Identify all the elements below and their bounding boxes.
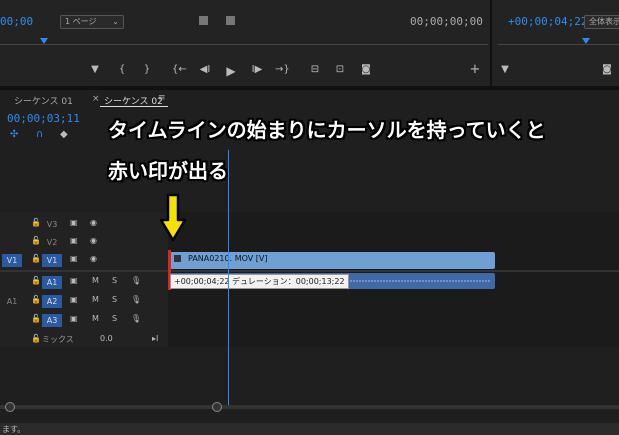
source-playhead[interactable]	[40, 38, 48, 44]
track-header-v3: 🔓 V3 ▣ ◉	[0, 215, 168, 234]
timeline-timecode[interactable]: 00;00;03;11	[7, 112, 80, 125]
eye-icon[interactable]: ◉	[90, 236, 97, 245]
program-playhead[interactable]	[582, 38, 590, 44]
source-timecode[interactable]: 00;00	[0, 15, 33, 28]
program-timecode[interactable]: +00;00;04;22	[508, 15, 587, 28]
insert-icon[interactable]	[199, 16, 208, 25]
program-marker-button[interactable]: ▼	[498, 64, 512, 75]
step-forward-button[interactable]: I▶	[250, 64, 264, 75]
go-to-end-icon[interactable]: ▸I	[152, 334, 158, 343]
track-header-a3: 🔓 A3 ▣ M S 🎙	[0, 311, 168, 330]
lock-icon[interactable]: 🔓	[31, 314, 41, 323]
add-marker-icon[interactable]: ◆	[60, 129, 68, 140]
track-header-mix: 🔓 ミックス 0.0 ▸I	[0, 331, 168, 350]
mic-icon[interactable]: 🎙	[131, 314, 141, 323]
timeline-playhead-line[interactable]	[228, 150, 229, 405]
overwrite-button[interactable]: ⊡	[333, 64, 347, 75]
chevron-down-icon: ⌄	[112, 17, 119, 26]
track-label[interactable]: V1	[42, 254, 62, 267]
yellow-arrow-icon	[159, 193, 187, 242]
sync-lock-icon[interactable]: ▣	[70, 295, 78, 304]
insert-button[interactable]: ⊟	[308, 64, 322, 75]
eye-icon[interactable]: ◉	[90, 254, 97, 263]
add-button[interactable]: +	[468, 62, 482, 77]
tooltip: +00;00;04;22 デュレーション：00;00;13;22	[170, 274, 349, 289]
mute-button[interactable]: M	[92, 295, 99, 304]
program-timeline-ruler	[498, 44, 619, 45]
mute-button[interactable]: M	[92, 314, 99, 323]
status-text: ます。	[2, 425, 26, 434]
fx-icon	[174, 255, 181, 262]
play-button[interactable]: ▶	[224, 64, 238, 78]
program-camera-icon[interactable]: ◙	[600, 64, 614, 75]
video-clip[interactable]: PANA0210. MOV [V]	[170, 252, 495, 269]
sync-lock-icon[interactable]: ▣	[70, 314, 78, 323]
lock-icon[interactable]: 🔓	[31, 276, 41, 285]
mute-button[interactable]: M	[92, 276, 99, 285]
tab-close-icon[interactable]: ×	[92, 94, 100, 104]
lock-icon[interactable]: 🔓	[31, 218, 41, 227]
horizontal-scrollbar[interactable]	[0, 405, 619, 409]
clip-icon[interactable]	[226, 16, 235, 25]
solo-button[interactable]: S	[112, 314, 117, 323]
source-monitor	[0, 0, 490, 86]
sync-lock-icon[interactable]: ▣	[70, 218, 78, 227]
go-to-in-button[interactable]: {←	[172, 64, 187, 75]
linked-selection-icon[interactable]: ∩	[36, 129, 43, 140]
source-timeline-ruler	[0, 44, 488, 45]
solo-button[interactable]: S	[112, 295, 117, 304]
av-divider	[0, 270, 619, 272]
camera-icon[interactable]: ◙	[359, 64, 373, 75]
mix-label: ミックス	[42, 335, 74, 344]
mark-in-button[interactable]: {	[115, 64, 129, 75]
track-header-a2: A1 🔓 A2 ▣ M S 🎙	[0, 292, 168, 311]
track-label[interactable]: A2	[42, 295, 62, 308]
go-to-out-button[interactable]: →}	[275, 64, 290, 75]
eye-icon[interactable]: ◉	[90, 218, 97, 227]
sync-lock-icon[interactable]: ▣	[70, 254, 78, 263]
mic-icon[interactable]: 🎙	[131, 295, 141, 304]
track-label[interactable]: V3	[42, 218, 62, 231]
scroll-handle-right[interactable]	[212, 402, 222, 412]
solo-button[interactable]: S	[112, 276, 117, 285]
active-tab-underline	[100, 106, 168, 107]
mix-value[interactable]: 0.0	[100, 334, 113, 343]
track-header-v1: V1 🔓 V1 ▣ ◉	[0, 251, 168, 270]
annotation-line-2: 赤い印が出る	[108, 159, 228, 183]
mark-out-button[interactable]: }	[140, 64, 154, 75]
lock-icon[interactable]: 🔓	[31, 236, 41, 245]
page-dropdown-value: 1 ページ	[65, 17, 97, 26]
status-bar	[0, 423, 619, 435]
fit-dropdown[interactable]: 全体表示	[584, 15, 619, 29]
marker-button[interactable]: ▼	[88, 64, 102, 75]
track-label[interactable]: A1	[42, 276, 62, 289]
lock-icon[interactable]: 🔓	[31, 254, 41, 263]
track-header-a1: 🔓 A1 ▣ M S 🎙	[0, 273, 168, 292]
page-dropdown[interactable]: 1 ページ ⌄	[60, 15, 124, 29]
track-header-v2: 🔓 V2 ▣ ◉	[0, 233, 168, 252]
tab-sequence-01[interactable]: シーケンス 01	[14, 94, 73, 107]
step-back-button[interactable]: ◀I	[198, 64, 212, 75]
lock-icon[interactable]: 🔓	[31, 295, 41, 304]
sync-lock-icon[interactable]: ▣	[70, 236, 78, 245]
track-label[interactable]: V2	[42, 236, 62, 249]
sync-lock-icon[interactable]: ▣	[70, 276, 78, 285]
source-patch-v1[interactable]: V1	[2, 254, 22, 267]
track-label[interactable]: A3	[42, 314, 62, 327]
snap-icon[interactable]: ✣	[10, 129, 18, 140]
source-duration: 00;00;00;00	[410, 15, 483, 28]
annotation-line-1: タイムラインの始まりにカーソルを持っていくと	[108, 118, 546, 142]
source-patch-a1[interactable]: A1	[2, 295, 22, 308]
tab-menu-icon[interactable]: ≡	[158, 93, 166, 103]
scroll-handle-left[interactable]	[5, 402, 15, 412]
mic-icon[interactable]: 🎙	[131, 276, 141, 285]
lock-icon[interactable]: 🔓	[31, 334, 41, 343]
